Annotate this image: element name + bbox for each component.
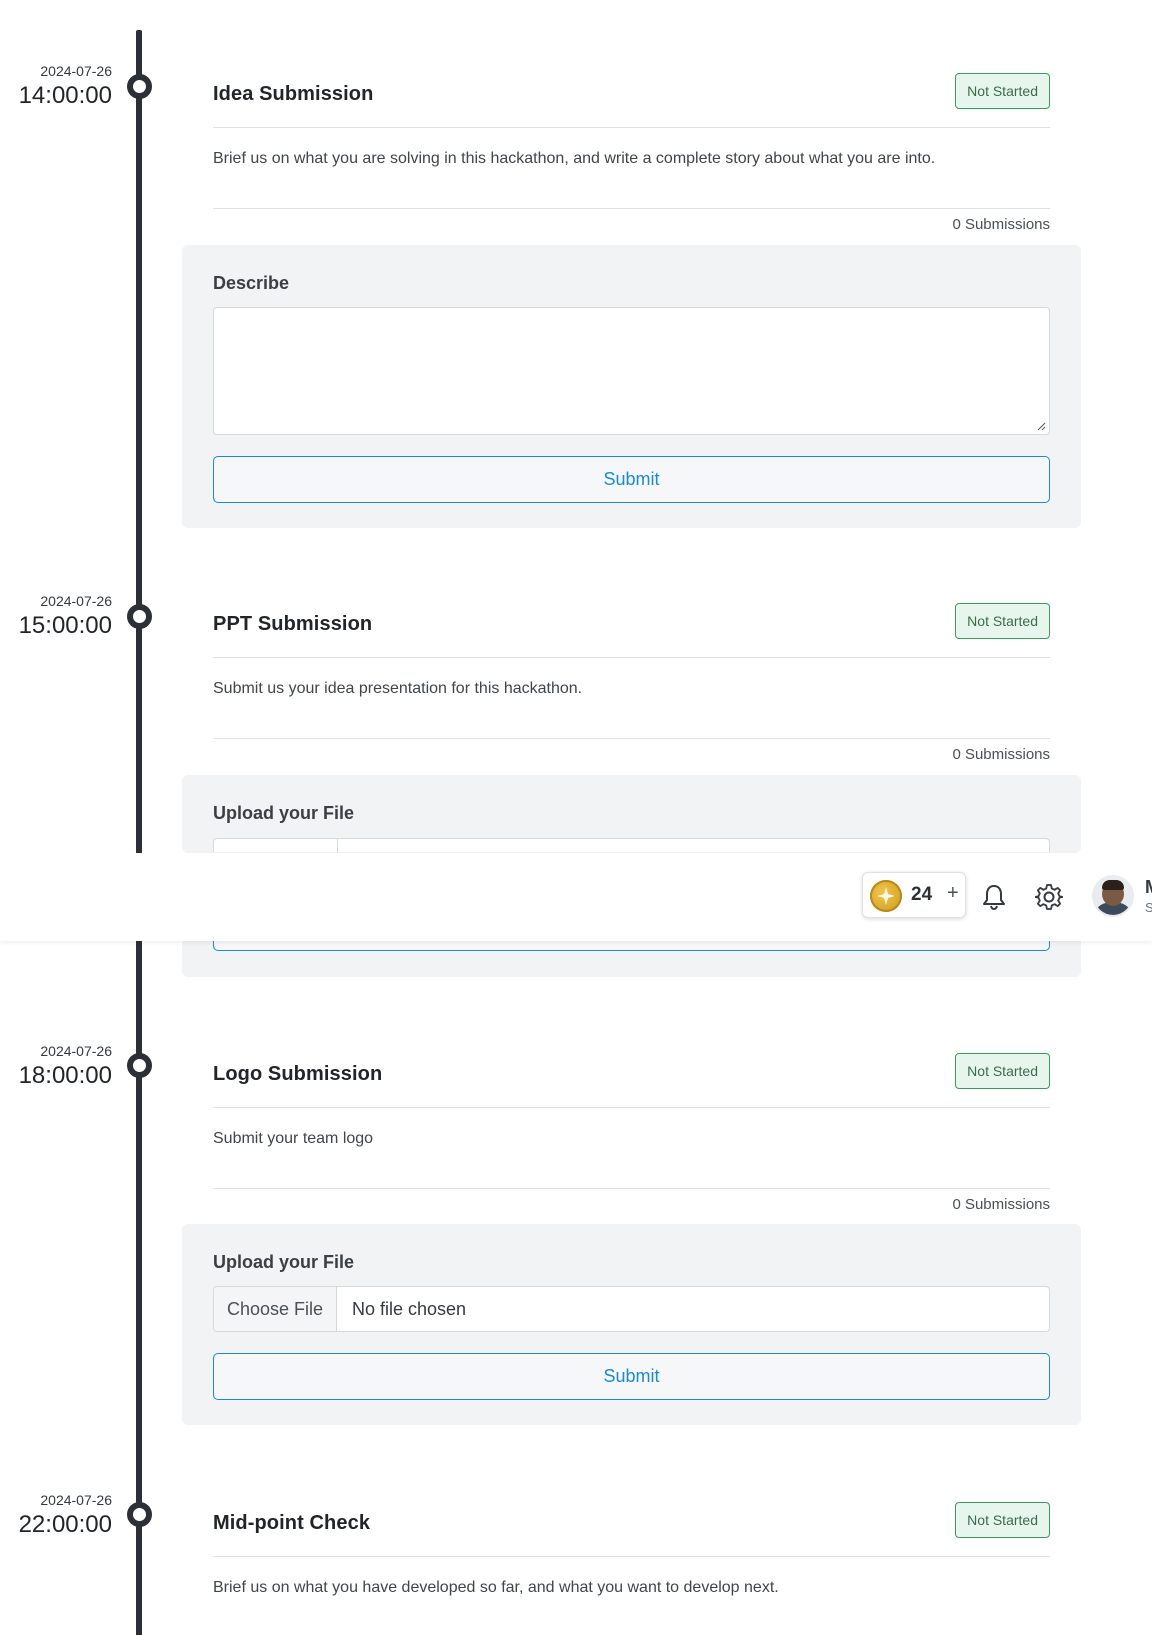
top-bar: 24 + M S [0,853,1152,941]
milestone-description: Brief us on what you are solving in this… [213,128,1050,209]
file-choose-button[interactable]: Choose File [214,1287,337,1331]
milestone-description: Submit us your idea presentation for thi… [213,658,1050,739]
milestone-time: 15:00:00 [18,612,112,639]
milestone-date: 2024-07-26 [40,1043,112,1059]
submit-button[interactable]: Submit [213,456,1050,503]
bell-icon[interactable] [981,883,1007,911]
milestone-time: 22:00:00 [18,1511,112,1538]
timeline-dot [127,604,152,629]
user-role: S [1145,900,1152,915]
gear-icon[interactable] [1035,883,1063,911]
file-status: No file chosen [352,1298,467,1319]
file-choose-button[interactable] [337,839,338,853]
add-credits-button[interactable]: + [947,882,959,905]
timeline-dot [127,74,152,99]
milestone-title: Idea Submission [213,83,374,105]
coin-icon [870,880,902,912]
milestone-description: Brief us on what you have developed so f… [213,1557,1050,1635]
milestone-time: 18:00:00 [18,1062,112,1089]
submission-form: Describe Submit [182,245,1081,528]
form-label: Upload your File [213,803,355,823]
milestone-card: PPT Submission Not Started Submit us you… [213,603,1050,778]
milestone-title: Mid-point Check [213,1512,371,1534]
status-badge: Not Started [955,1502,1050,1538]
submission-count: 0 Submissions [952,216,1050,233]
user-avatar[interactable] [1092,875,1134,917]
status-badge: Not Started [955,1053,1050,1089]
submit-button[interactable] [213,941,1050,951]
milestone-date: 2024-07-26 [40,593,112,609]
describe-textarea[interactable] [213,307,1050,435]
timeline-line [136,30,142,1635]
submit-button[interactable]: Submit [213,1353,1050,1400]
milestone-date: 2024-07-26 [40,63,112,79]
milestone-card: Logo Submission Not Started Submit your … [213,1053,1050,1228]
milestone-timestamp: 2024-07-26 15:00:00 [19,592,112,641]
file-input[interactable] [213,838,1050,853]
submission-form: Upload your File Choose File No file cho… [182,1224,1081,1425]
submission-count: 0 Submissions [952,1196,1050,1213]
status-badge: Not Started [955,603,1050,639]
milestone-timestamp: 2024-07-26 14:00:00 [19,62,112,111]
milestone-card: Mid-point Check Not Started Brief us on … [213,1502,1050,1635]
credit-count: 24 [911,884,933,905]
milestone-description: Submit your team logo [213,1108,1050,1189]
timeline-dot [127,1053,152,1078]
form-label: Describe [213,273,290,293]
credits-widget[interactable]: 24 + [862,872,966,918]
submission-count: 0 Submissions [952,746,1050,763]
timeline-dot [127,1502,152,1527]
file-input[interactable]: Choose File No file chosen [213,1286,1050,1332]
milestone-date: 2024-07-26 [40,1492,112,1508]
milestone-timestamp: 2024-07-26 22:00:00 [19,1491,112,1540]
status-badge: Not Started [955,73,1050,109]
form-label: Upload your File [213,1252,355,1272]
milestone-title: PPT Submission [213,613,373,635]
resize-grip-icon[interactable] [1036,421,1046,431]
milestone-title: Logo Submission [213,1063,383,1085]
milestone-time: 14:00:00 [18,82,112,109]
milestone-card: Idea Submission Not Started Brief us on … [213,73,1050,248]
milestone-timestamp: 2024-07-26 18:00:00 [19,1042,112,1091]
user-name[interactable]: M [1145,877,1152,898]
